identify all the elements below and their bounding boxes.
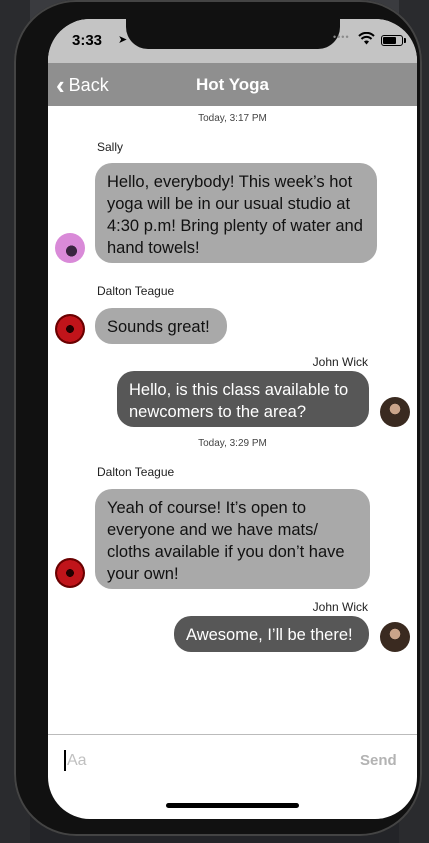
navigation-bar: ‹ Back Hot Yoga	[48, 63, 417, 106]
location-arrow-icon: ➤	[118, 34, 128, 46]
simulator-device: 3:33 ➤ •••• ‹ Back Hot Yoga Today, 3:17 …	[14, 0, 422, 836]
sender-name: John Wick	[312, 600, 368, 614]
chat-title: Hot Yoga	[195, 75, 270, 94]
phone-screen: 3:33 ➤ •••• ‹ Back Hot Yoga Today, 3:17 …	[48, 19, 417, 819]
message-input[interactable]	[67, 750, 317, 771]
timestamp: Today, 3:29 PM	[198, 438, 267, 449]
sally-avatar	[55, 233, 85, 263]
text-cursor	[64, 750, 66, 771]
message-bubble-incoming: Hello, everybody! This week’s hot yoga w…	[95, 163, 377, 263]
notch	[126, 19, 340, 49]
battery-icon	[381, 35, 406, 46]
home-indicator[interactable]	[166, 803, 299, 808]
status-time: 3:33	[72, 32, 103, 49]
sender-name: Dalton Teague	[97, 284, 175, 298]
send-button[interactable]: Send	[360, 752, 397, 769]
john-avatar	[380, 622, 410, 652]
john-avatar	[380, 397, 410, 427]
sender-name: Sally	[97, 140, 124, 154]
sender-name: Dalton Teague	[97, 465, 175, 479]
message-bubble-outgoing: Hello, is this class available to newcom…	[117, 371, 369, 427]
dalton-avatar	[55, 558, 85, 588]
composer-divider	[48, 734, 417, 735]
timestamp: Today, 3:17 PM	[198, 113, 267, 124]
sender-name: John Wick	[312, 355, 368, 369]
message-bubble-incoming: Sounds great!	[95, 308, 227, 344]
status-bar: 3:33 ➤ ••••	[48, 19, 417, 63]
message-bubble-outgoing: Awesome, I’ll be there!	[174, 616, 369, 652]
dalton-avatar	[55, 314, 85, 344]
message-bubble-incoming: Yeah of course! It’s open to everyone an…	[95, 489, 370, 589]
signal-icon: ••••	[333, 32, 350, 42]
wifi-icon	[358, 32, 375, 45]
